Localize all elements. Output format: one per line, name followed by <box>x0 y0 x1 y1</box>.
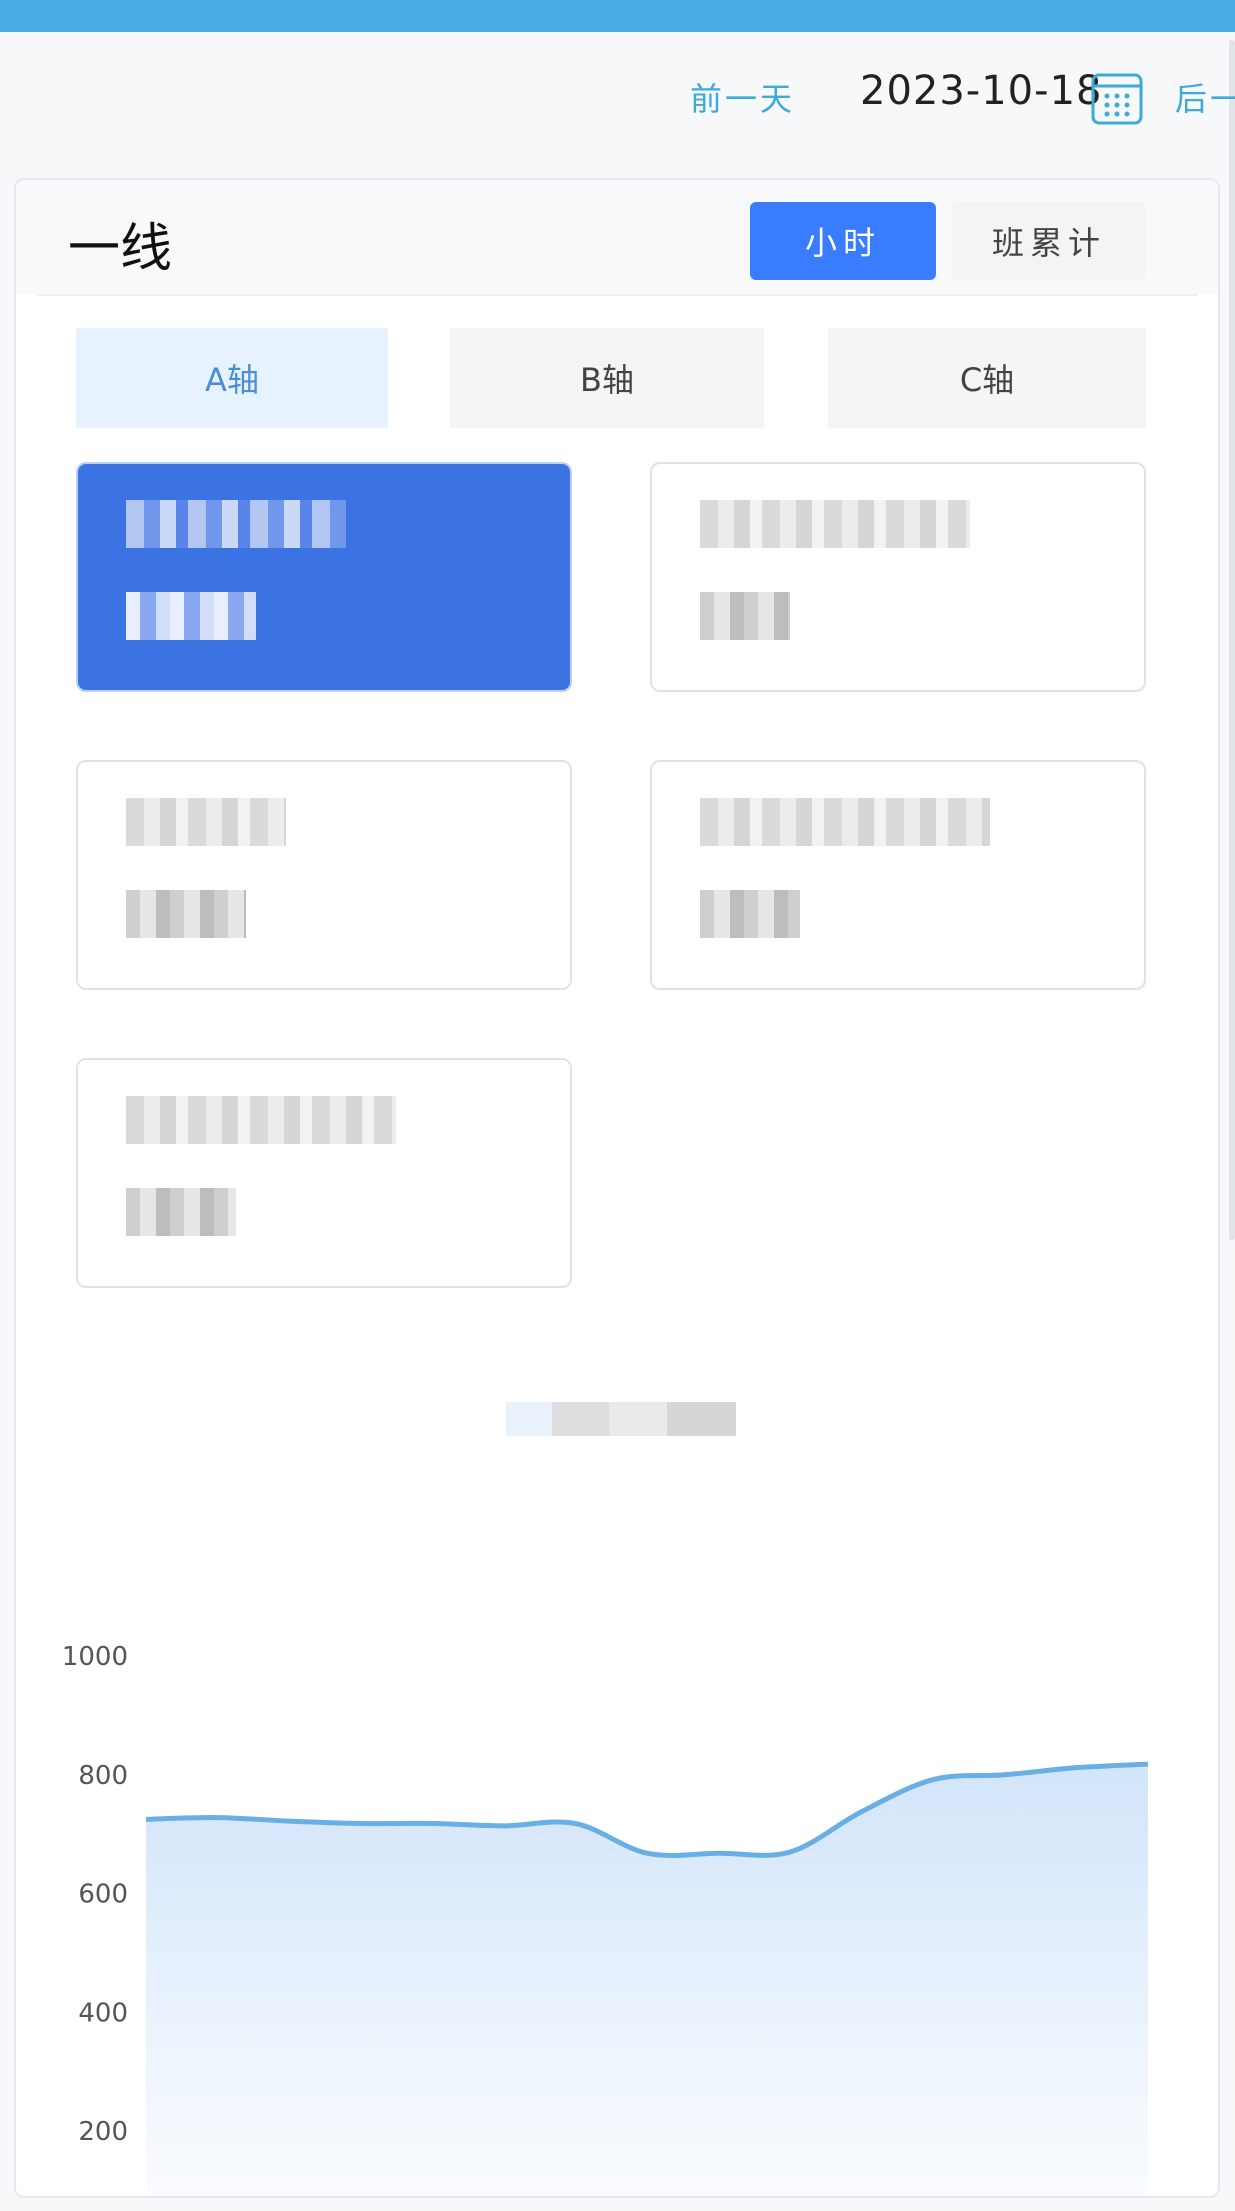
date-navigation: 前一天 2023-10-18 后一 <box>0 32 1235 172</box>
tab-axis-b[interactable]: B轴 <box>450 328 764 428</box>
scrollbar[interactable] <box>1229 40 1235 1240</box>
y-tick-label: 600 <box>78 1880 128 1910</box>
metric-value <box>700 592 790 640</box>
metric-card[interactable] <box>650 462 1146 692</box>
calendar-icon[interactable] <box>1090 72 1144 126</box>
metric-label <box>700 798 990 846</box>
y-tick-label: 800 <box>78 1761 128 1791</box>
y-tick-label: 200 <box>78 2117 128 2147</box>
panel-title: 一线 <box>68 219 173 279</box>
tab-axis-c[interactable]: C轴 <box>828 328 1146 428</box>
tab-axis-a[interactable]: A轴 <box>76 328 388 428</box>
metric-value <box>126 1188 236 1236</box>
metric-value <box>126 890 246 938</box>
metric-card[interactable] <box>650 760 1146 990</box>
metric-label <box>126 798 286 846</box>
chart-title <box>506 1402 736 1436</box>
line-panel: 一线 小时 班累计 A轴 B轴 C轴 00:0001:0002:0003:000… <box>14 178 1220 2198</box>
metric-label <box>126 1096 396 1144</box>
next-day-button[interactable]: 后一 <box>1175 74 1235 120</box>
area-chart: 00:0001:0002:0003:0004:0005:0006:0007:00… <box>62 1642 1149 2196</box>
current-date: 2023-10-18 <box>860 68 1103 114</box>
toggle-hour-button[interactable]: 小时 <box>750 202 936 280</box>
prev-day-button[interactable]: 前一天 <box>690 74 795 120</box>
metric-card[interactable] <box>76 1058 572 1288</box>
header-divider <box>36 294 1198 296</box>
toggle-shift-total-button[interactable]: 班累计 <box>952 202 1146 280</box>
metric-label <box>700 500 970 548</box>
status-bar <box>0 0 1235 32</box>
metric-card[interactable] <box>76 760 572 990</box>
metric-value <box>700 890 800 938</box>
metric-value <box>126 592 256 640</box>
panel-header: 一线 小时 班累计 <box>16 180 1218 294</box>
y-tick-label: 1000 <box>62 1642 128 1672</box>
metric-card[interactable] <box>76 462 572 692</box>
series-area <box>146 1764 1148 2196</box>
metric-label <box>126 500 346 548</box>
y-tick-label: 400 <box>78 1998 128 2028</box>
